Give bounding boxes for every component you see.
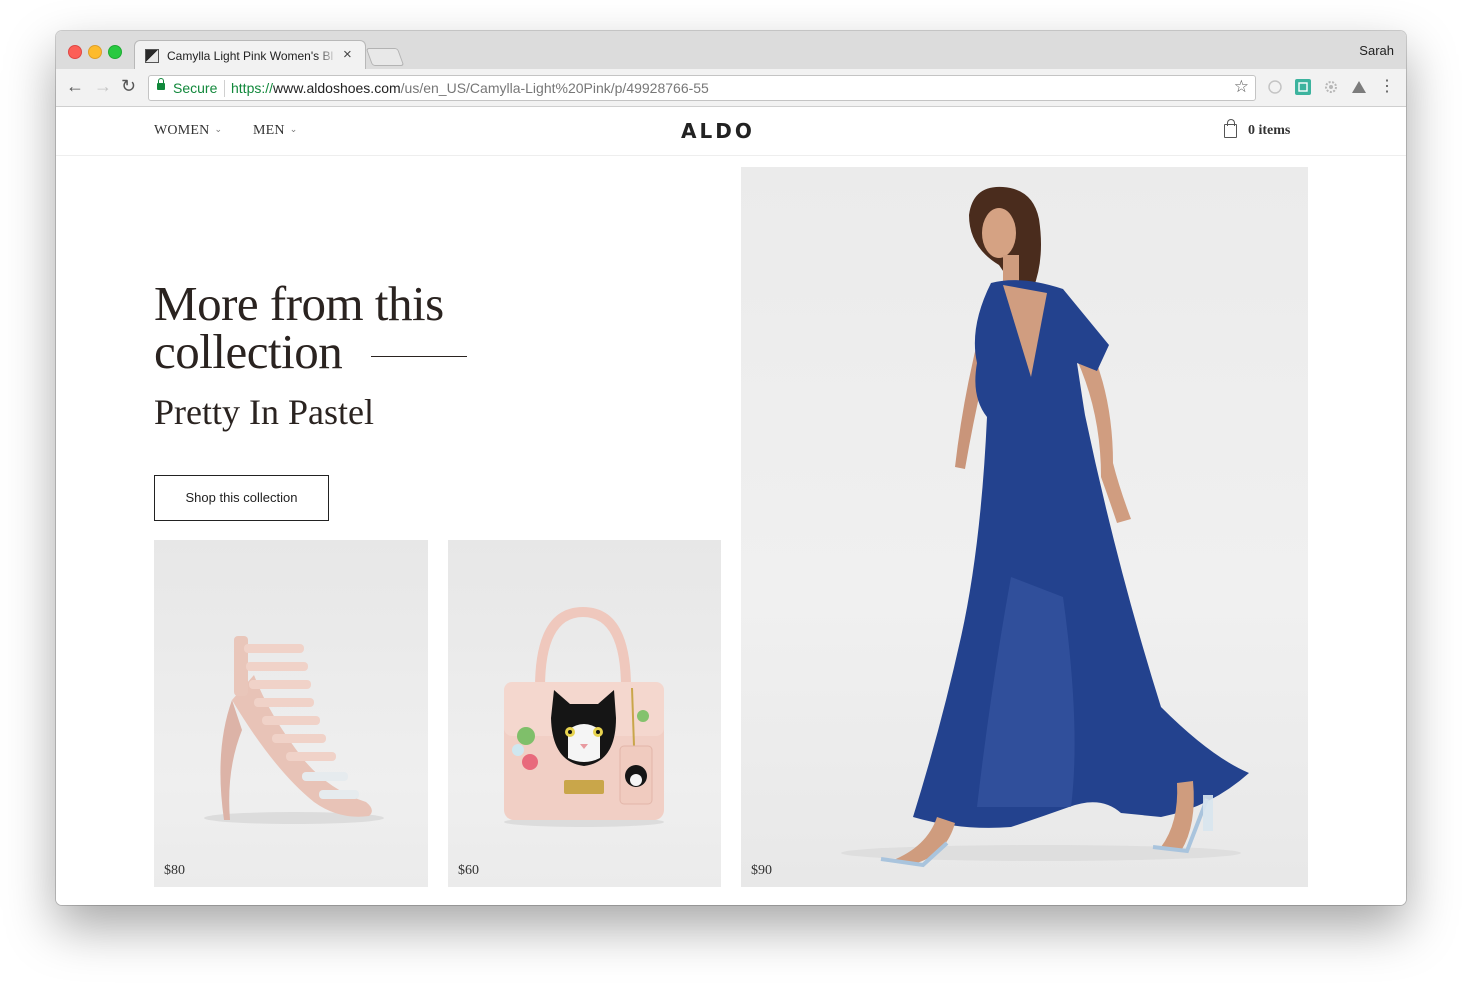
browser-window: Camylla Light Pink Women's Bl × Sarah ← … <box>56 31 1406 905</box>
tab-title: Camylla Light Pink Women's Bl <box>167 49 337 65</box>
product-price: $60 <box>458 863 479 878</box>
site-header: WOMEN ⌄ MEN ⌄ ALDO 0 items <box>56 107 1406 156</box>
shopping-bag-icon[interactable] <box>1224 119 1237 138</box>
dress-model-image <box>841 186 1249 868</box>
product-card-sandal[interactable]: $80 <box>154 540 428 887</box>
divider <box>224 80 225 97</box>
browser-toolbar: ← → ↻ Secure https://www.aldoshoes.com/u… <box>56 69 1406 107</box>
secure-label: Secure <box>173 80 218 96</box>
browser-menu-icon[interactable]: ⋮ <box>1379 79 1395 95</box>
extension-clock-icon[interactable] <box>1267 79 1283 95</box>
lock-icon <box>157 78 165 90</box>
aldo-logo[interactable]: ALDO <box>681 119 755 143</box>
chevron-down-icon: ⌄ <box>289 124 298 134</box>
back-arrow-icon[interactable]: ← <box>66 76 84 97</box>
tab-close-icon[interactable]: × <box>343 46 352 63</box>
bookmark-star-icon[interactable]: ☆ <box>1234 77 1249 97</box>
title-bar: Camylla Light Pink Women's Bl × Sarah <box>56 31 1406 69</box>
product-price: $90 <box>751 863 772 878</box>
extension-gear-icon[interactable] <box>1323 79 1339 95</box>
collection-headline: More from this collection <box>154 276 534 379</box>
aldo-favicon-icon <box>145 49 159 63</box>
nav-women[interactable]: WOMEN ⌄ <box>154 123 222 139</box>
headline-line-2: collection <box>154 324 343 379</box>
tab-product[interactable]: Camylla Light Pink Women's Bl × <box>134 40 366 69</box>
handbag-image <box>504 606 664 827</box>
web-page: WOMEN ⌄ MEN ⌄ ALDO 0 items More from this … <box>56 107 1406 905</box>
url-text[interactable]: https://www.aldoshoes.com/us/en_US/Camyl… <box>231 80 709 96</box>
product-card-dress[interactable]: $90 <box>741 167 1308 887</box>
reload-icon[interactable]: ↻ <box>121 76 136 97</box>
chevron-down-icon: ⌄ <box>214 124 223 134</box>
url-protocol: https:// <box>231 80 274 96</box>
url-host: www.aldoshoes.com <box>273 80 401 96</box>
profile-name[interactable]: Sarah <box>1359 43 1394 58</box>
zoom-window-button[interactable] <box>108 45 122 59</box>
close-window-button[interactable] <box>68 45 82 59</box>
collection-name: Pretty In Pastel <box>154 392 374 432</box>
shop-collection-button[interactable]: Shop this collection <box>154 475 329 521</box>
sandal-image <box>204 636 384 824</box>
nav-men[interactable]: MEN ⌄ <box>253 123 297 139</box>
product-price: $80 <box>164 863 185 878</box>
nav-men-label: MEN <box>253 123 285 138</box>
url-path: /us/en_US/Camylla-Light%20Pink/p/4992876… <box>400 80 709 96</box>
cart-count[interactable]: 0 items <box>1248 123 1290 139</box>
product-card-handbag[interactable]: $60 <box>448 540 721 887</box>
address-bar[interactable]: Secure https://www.aldoshoes.com/us/en_U… <box>148 75 1256 101</box>
nav-women-label: WOMEN <box>154 123 210 138</box>
extension-grid-icon[interactable] <box>1295 79 1311 95</box>
headline-line-1: More from this <box>154 276 444 331</box>
forward-arrow-icon[interactable]: → <box>94 76 112 97</box>
minimize-window-button[interactable] <box>88 45 102 59</box>
new-tab-button[interactable] <box>365 48 405 66</box>
headline-rule <box>371 356 467 357</box>
extension-drive-icon[interactable] <box>1351 79 1367 95</box>
